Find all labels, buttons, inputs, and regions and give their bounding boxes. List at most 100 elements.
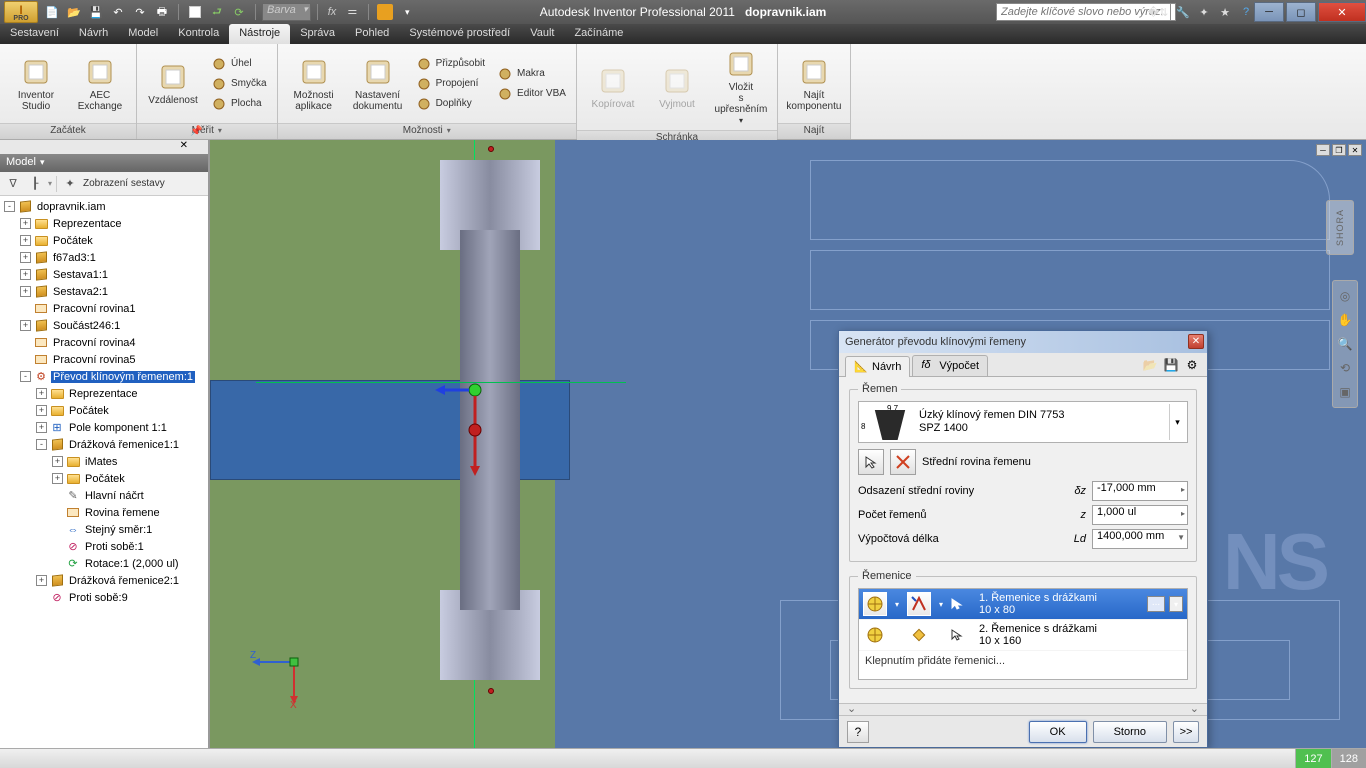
menu-vault[interactable]: Vault — [520, 24, 564, 44]
input-0[interactable]: -17,000 mm▸ — [1092, 481, 1188, 501]
filter-icon[interactable]: ∇ — [4, 175, 22, 193]
vp-restore-icon[interactable]: ❐ — [1332, 144, 1346, 156]
viewport[interactable]: NS — [210, 140, 1366, 748]
vp-close-icon[interactable]: ✕ — [1348, 144, 1362, 156]
tree-node[interactable]: Pracovní rovina4 — [0, 334, 208, 351]
tree-node[interactable]: +Reprezentace — [0, 215, 208, 232]
viewcube[interactable]: SHORA — [1326, 200, 1354, 255]
menu-kontrola[interactable]: Kontrola — [168, 24, 229, 44]
dialog-save-icon[interactable]: 💾 — [1162, 356, 1180, 374]
pick-plane-button[interactable] — [890, 449, 916, 475]
tab-navrh[interactable]: 📐Návrh — [845, 356, 910, 377]
menu-návrh[interactable]: Návrh — [69, 24, 118, 44]
tree-node[interactable]: ⊘Proti sobě:1 — [0, 538, 208, 555]
steering-wheel-icon[interactable]: ◎ — [1335, 285, 1355, 307]
tab-vypocet[interactable]: fδVýpočet — [912, 355, 988, 376]
save-icon[interactable]: 💾 — [86, 2, 106, 22]
ribbon-plocha[interactable]: Plocha — [207, 94, 271, 114]
tree-node[interactable]: +iMates — [0, 453, 208, 470]
model-tree[interactable]: -dopravnik.iam+Reprezentace+Počátek+f67a… — [0, 196, 208, 748]
appearance-icon[interactable] — [375, 2, 395, 22]
app-menu-button[interactable]: PRO — [4, 1, 38, 23]
tree-node[interactable]: -dopravnik.iam — [0, 198, 208, 215]
dialog-close-button[interactable]: ✕ — [1188, 334, 1204, 349]
tree-node[interactable]: +Drážková řemenice2:1 — [0, 572, 208, 589]
ribbon-smyčka[interactable]: Smyčka — [207, 74, 271, 94]
view-mode-icon[interactable]: ✦ — [61, 175, 79, 193]
ribbon-vložit-s-upřesněním[interactable]: Vložits upřesněním ▾ — [711, 46, 771, 128]
menu-sestavení[interactable]: Sestavení — [0, 24, 69, 44]
pulley-placement-icon[interactable] — [907, 623, 931, 647]
cancel-button[interactable]: Storno — [1093, 721, 1167, 743]
return-icon[interactable]: ⮐ — [207, 2, 227, 22]
color-combo[interactable]: Barva — [262, 3, 311, 21]
pulley-placement-icon[interactable] — [907, 592, 931, 616]
dialog-open-icon[interactable]: 📂 — [1141, 356, 1159, 374]
pulley-browse-button[interactable]: ... — [1147, 596, 1165, 612]
close-button[interactable]: ✕ — [1318, 2, 1366, 22]
qat-dropdown-icon[interactable]: ▾ — [397, 2, 417, 22]
tree-node[interactable]: ✎Hlavní náčrt — [0, 487, 208, 504]
tree-node[interactable]: +Sestava1:1 — [0, 266, 208, 283]
tree-node[interactable]: ⊘Proti sobě:9 — [0, 589, 208, 606]
tree-node[interactable]: ⇔Stejný směr:1 — [0, 521, 208, 538]
pan-icon[interactable]: ✋ — [1335, 309, 1355, 331]
tree-node[interactable]: -⚙Převod klínovým řemenem:1 — [0, 368, 208, 385]
pulley-type-icon[interactable] — [863, 592, 887, 616]
ribbon-najít-komponentu[interactable]: Najítkomponentu — [784, 54, 844, 114]
pulley-item-2[interactable]: 2. Řemenice s drážkami10 x 160 — [859, 620, 1187, 651]
tree-node[interactable]: -Drážková řemenice1:1 — [0, 436, 208, 453]
dialog-expand-bar[interactable] — [839, 703, 1207, 715]
panel-label[interactable]: Možnosti — [278, 123, 576, 139]
tree-node[interactable]: +Reprezentace — [0, 385, 208, 402]
tree-node[interactable]: +⊞Pole komponent 1:1 — [0, 419, 208, 436]
menu-model[interactable]: Model — [118, 24, 168, 44]
tree-node[interactable]: ⟳Rotace:1 (2,000 ul) — [0, 555, 208, 572]
select-icon[interactable] — [185, 2, 205, 22]
menu-správa[interactable]: Správa — [290, 24, 345, 44]
input-2[interactable]: 1400,000 mm▼ — [1092, 529, 1188, 549]
browser-pin-icon[interactable]: 📌 — [190, 126, 204, 140]
ribbon-makra[interactable]: Makra — [493, 64, 570, 84]
open-icon[interactable]: 📂 — [64, 2, 84, 22]
dialog-title[interactable]: Generátor převodu klínovými řemeny ✕ — [839, 331, 1207, 353]
ribbon-propojení[interactable]: Propojení — [412, 74, 489, 94]
ribbon-aec-exchange[interactable]: AECExchange — [70, 54, 130, 114]
ribbon-nastavení-dokumentu[interactable]: Nastavenídokumentu — [348, 54, 408, 114]
tree-node[interactable]: Rovina řemene — [0, 504, 208, 521]
ribbon-editor-vba[interactable]: Editor VBA — [493, 84, 570, 104]
menu-pohled[interactable]: Pohled — [345, 24, 399, 44]
undo-icon[interactable]: ↶ — [108, 2, 128, 22]
dialog-settings-icon[interactable]: ⚙ — [1183, 356, 1201, 374]
vp-minimize-icon[interactable]: ─ — [1316, 144, 1330, 156]
pulley-more-button[interactable]: ▾ — [1169, 596, 1183, 612]
tree-node[interactable]: +Sestava2:1 — [0, 283, 208, 300]
subscription-icon[interactable]: �⇅ — [1149, 3, 1167, 21]
tree-node[interactable]: +Součást246:1 — [0, 317, 208, 334]
belt-dropdown-icon[interactable]: ▾ — [1169, 404, 1185, 440]
fx-button[interactable]: fx — [328, 6, 337, 18]
tree-node[interactable]: +Počátek — [0, 402, 208, 419]
input-1[interactable]: 1,000 ul▸ — [1092, 505, 1188, 525]
minimize-button[interactable]: ─ — [1254, 2, 1284, 22]
print-icon[interactable]: 🖶 — [152, 2, 172, 22]
menu-začínáme[interactable]: Začínáme — [564, 24, 633, 44]
key-icon[interactable]: 🔧 — [1174, 3, 1192, 21]
equals-icon[interactable]: ＝ — [342, 2, 362, 22]
tree-node[interactable]: +f67ad3:1 — [0, 249, 208, 266]
browser-close-icon[interactable]: ✕ — [180, 140, 188, 151]
exchange-icon[interactable]: ✦ — [1195, 3, 1213, 21]
panel-label[interactable]: Měřit — [137, 123, 277, 139]
zoom-icon[interactable]: 🔍 — [1335, 333, 1355, 355]
tree-node[interactable]: Pracovní rovina1 — [0, 300, 208, 317]
belt-selector[interactable]: 9,7 8 Úzký klínový řemen DIN 7753 SPZ 14… — [858, 401, 1188, 443]
favorite-icon[interactable]: ★ — [1216, 3, 1234, 21]
tree-node[interactable]: +Počátek — [0, 470, 208, 487]
orbit-icon[interactable]: ⟲ — [1335, 357, 1355, 379]
tree-node[interactable]: Pracovní rovina5 — [0, 351, 208, 368]
browser-header[interactable]: Model — [0, 154, 208, 172]
ribbon-inventor-studio[interactable]: InventorStudio — [6, 54, 66, 114]
ribbon-přizpůsobit[interactable]: Přizpůsobit — [412, 54, 489, 74]
add-pulley-row[interactable]: Klepnutím přidáte řemenici... — [859, 651, 1187, 671]
maximize-button[interactable]: ◻ — [1286, 2, 1316, 22]
